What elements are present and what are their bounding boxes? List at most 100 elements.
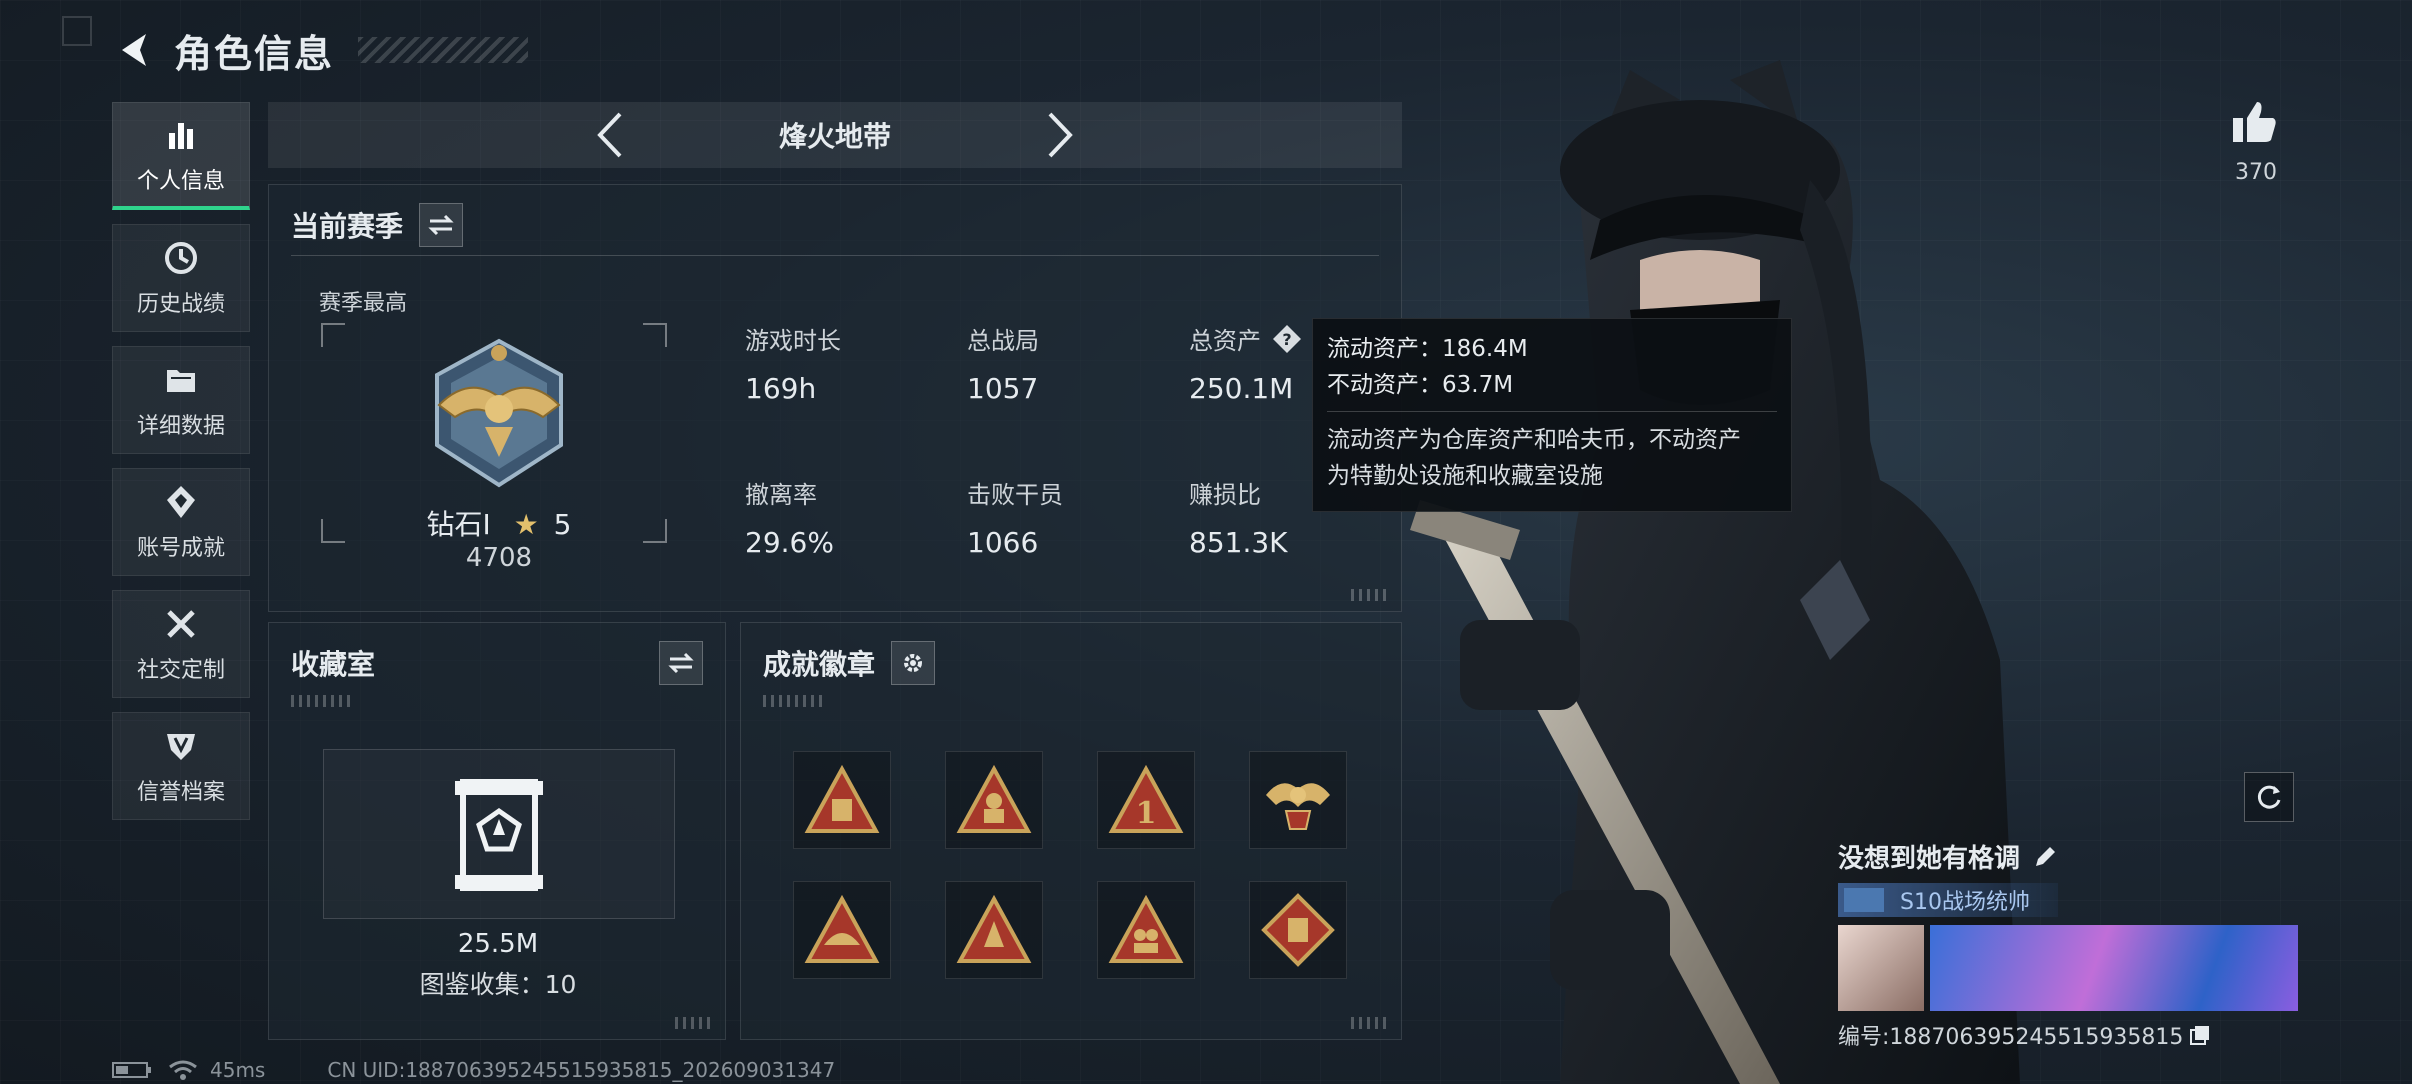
stat-extract-rate: 撤离率 29.6%	[745, 475, 834, 559]
stat-value: 1066	[967, 526, 1039, 559]
rank-score: 4708	[465, 543, 533, 573]
rotate-model-button[interactable]	[2244, 772, 2294, 822]
card-banner-image	[1930, 925, 2298, 1011]
stat-label: 赚损比	[1189, 481, 1261, 509]
sidebar-item-detailed-data[interactable]: 详细数据	[112, 346, 250, 454]
sidebar-item-social[interactable]: 社交定制	[112, 590, 250, 698]
stat-playtime: 游戏时长 169h	[745, 321, 841, 405]
panel-title: 当前赛季	[291, 210, 404, 243]
stat-total-matches: 总战局 1057	[967, 321, 1039, 405]
gear-icon	[904, 654, 923, 672]
rank-name-row: 钻石Ⅰ ★ 5	[269, 503, 729, 543]
player-id: 编号:18870639524551593581​5	[1838, 1025, 2184, 1050]
ping: 45ms	[210, 1058, 266, 1082]
stat-value: 29.6%	[745, 526, 834, 559]
like-button[interactable]	[2228, 98, 2282, 148]
eagle-badge-icon	[1266, 783, 1330, 830]
svg-text:?: ?	[1282, 330, 1291, 349]
panel-header: 收藏室	[291, 641, 703, 685]
panel-title: 成就徽章	[763, 648, 876, 681]
season-best-label: 赛季最高	[319, 291, 408, 316]
rank-stars: 5	[553, 508, 572, 541]
stat-label: 游戏时长	[745, 327, 841, 355]
card-images	[1838, 925, 2298, 1011]
mode-title: 烽火地带	[778, 120, 891, 153]
stat-label: 撤离率	[745, 481, 817, 509]
badge-slot[interactable]	[1249, 751, 1347, 849]
player-name-row: 没想到她有格调	[1838, 838, 2298, 875]
swap-icon	[668, 652, 694, 674]
thumbs-up-icon	[2233, 102, 2276, 142]
avatar[interactable]	[1838, 925, 1924, 1011]
badge-slot[interactable]	[945, 881, 1043, 979]
battery-icon	[112, 1062, 151, 1078]
badge-settings-button[interactable]	[891, 641, 936, 685]
badge-slot[interactable]	[793, 751, 891, 849]
sidebar-item-label: 个人信息	[136, 168, 225, 194]
header-dots	[291, 695, 351, 707]
prev-mode-button[interactable]	[589, 107, 629, 163]
sidebar-item-label: 账号成就	[136, 536, 225, 561]
badge-slot[interactable]	[1097, 881, 1195, 979]
next-mode-button[interactable]	[1041, 107, 1081, 163]
badge-slot[interactable]	[945, 751, 1043, 849]
wifi-icon	[169, 1060, 197, 1080]
stat-label: 总资产	[1189, 327, 1261, 355]
stat-value: 250.1M	[1189, 372, 1294, 405]
stat-label: 击败干员	[967, 481, 1063, 509]
corner-dots	[1351, 1017, 1391, 1029]
copy-icon[interactable]	[2189, 1024, 2211, 1046]
folder-icon	[167, 370, 195, 392]
tools-icon	[167, 610, 195, 638]
badge-slot[interactable]	[1249, 881, 1347, 979]
swap-icon	[428, 214, 454, 236]
switch-collection-button[interactable]	[659, 641, 703, 685]
chevron-right-icon	[1048, 112, 1073, 158]
sidebar-item-achievements[interactable]: 账号成就	[112, 468, 250, 576]
tooltip-desc-line2: 为特勤处设施和收藏室设施	[1327, 463, 1603, 489]
mode-selector: 烽火地带	[268, 102, 1402, 168]
player-name: 没想到她有格调	[1838, 844, 2021, 874]
tooltip-divider	[1327, 411, 1777, 412]
stat-value: 1057	[967, 372, 1039, 405]
sidebar-item-label: 详细数据	[136, 414, 225, 439]
back-button[interactable]	[112, 26, 160, 74]
player-card: 没想到她有格调 S10战场统帅 编号:18870639524551593581​…	[1838, 838, 2298, 1051]
tooltip-fixed-assets: 不动资产：63.7M	[1327, 372, 1514, 398]
corner-dots	[675, 1017, 715, 1029]
stat-profit-ratio: 赚损比 851.3K	[1189, 475, 1288, 559]
sidebar-item-label: 信誉档案	[136, 780, 225, 805]
panel-header: 成就徽章	[763, 641, 936, 685]
achievement-icon	[167, 486, 195, 518]
supply-badge-icon	[804, 765, 880, 833]
stat-value: 169h	[745, 372, 817, 405]
edit-icon[interactable]	[2032, 844, 2058, 870]
sidebar-item-personal-info[interactable]: 个人信息	[112, 102, 250, 210]
corner-dots	[1351, 589, 1391, 601]
badge-slot[interactable]: 1	[1097, 751, 1195, 849]
sidebar-item-label: 社交定制	[136, 658, 225, 683]
refresh-icon	[2257, 785, 2281, 809]
sidebar-item-history[interactable]: 历史战绩	[112, 224, 250, 332]
corner-marker	[62, 16, 92, 46]
vehicle-badge-icon	[804, 895, 880, 963]
operator-badge-icon	[956, 765, 1032, 833]
switch-season-button[interactable]	[419, 203, 464, 247]
collection-count: 图鉴收集：10	[419, 970, 577, 999]
panel-header: 当前赛季	[291, 203, 464, 247]
header-dots	[763, 695, 823, 707]
stat-value: 851.3K	[1189, 526, 1288, 559]
assets-tooltip: 流动资产：186.4M 不动资产：63.7M 流动资产为仓库资产和哈夫币，不动资…	[1312, 318, 1792, 512]
first-place-badge-icon: 1	[1108, 765, 1184, 833]
like-count: 370	[2235, 160, 2277, 185]
shield-icon	[167, 734, 195, 760]
star-icon: ★	[513, 508, 539, 541]
badge-slot[interactable]	[793, 881, 891, 979]
bar-chart-icon	[169, 122, 193, 149]
sidebar-item-reputation[interactable]: 信誉档案	[112, 712, 250, 820]
rank-emblem	[435, 338, 563, 488]
help-icon[interactable]: ?	[1271, 323, 1303, 355]
stat-kills: 击败干员 1066	[967, 475, 1063, 559]
achievement-badges-panel: 成就徽章 1	[740, 622, 1402, 1040]
collection-panel[interactable]: 收藏室 25.5M 图鉴收集：10	[268, 622, 726, 1040]
